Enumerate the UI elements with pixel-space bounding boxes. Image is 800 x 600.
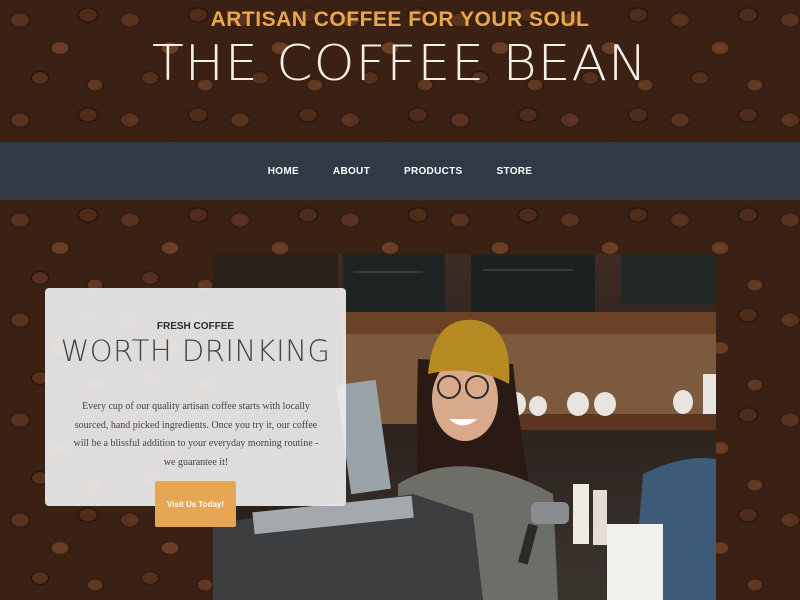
intro-heading: WORTH DRINKING xyxy=(60,334,331,368)
site-header: ARTISAN COFFEE FOR YOUR SOUL THE COFFEE … xyxy=(0,0,800,142)
main-nav: HOME ABOUT PRODUCTS STORE xyxy=(0,142,800,200)
nav-link-products[interactable]: PRODUCTS xyxy=(404,166,463,177)
nav-link-store[interactable]: STORE xyxy=(497,166,533,177)
intro-kicker: FRESH COFFEE xyxy=(156,321,235,332)
nav-link-home[interactable]: HOME xyxy=(268,166,299,177)
intro-card: FRESH COFFEE WORTH DRINKING Every cup of… xyxy=(45,288,346,506)
site-title: THE COFFEE BEAN xyxy=(152,35,648,93)
site-tagline: ARTISAN COFFEE FOR YOUR SOUL xyxy=(210,8,590,31)
visit-us-button[interactable]: Visit Us Today! xyxy=(155,481,236,527)
nav-link-about[interactable]: ABOUT xyxy=(333,166,370,177)
intro-text: Every cup of our quality artisan coffee … xyxy=(73,401,319,468)
